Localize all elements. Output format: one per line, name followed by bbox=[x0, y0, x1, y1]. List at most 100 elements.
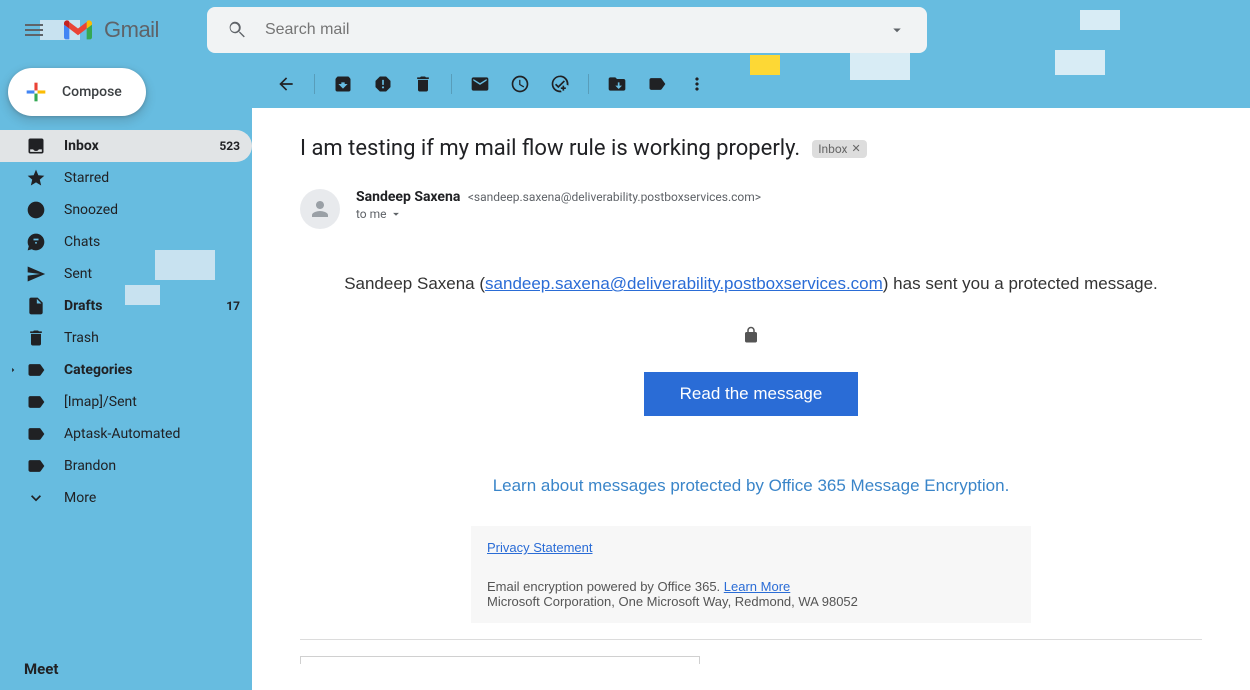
nav-label: Categories bbox=[64, 362, 240, 378]
move-to-button[interactable] bbox=[597, 64, 637, 104]
encryption-powered-text: Email encryption powered by Office 365. bbox=[487, 579, 724, 594]
mark-unread-button[interactable] bbox=[460, 64, 500, 104]
arrow-left-icon bbox=[276, 74, 296, 94]
sender-avatar[interactable] bbox=[300, 189, 340, 229]
add-task-icon bbox=[550, 74, 570, 94]
sidebar: Compose Inbox523 Starred Snoozed Chats Sent D… bbox=[0, 60, 252, 690]
caret-right-icon bbox=[8, 365, 18, 375]
nav-count: 17 bbox=[226, 299, 240, 313]
sender-name: Sandeep Saxena bbox=[356, 189, 460, 205]
nav-label: [Imap]/Sent bbox=[64, 394, 240, 410]
message-footer: Privacy Statement Email encryption power… bbox=[471, 526, 1031, 623]
archive-icon bbox=[333, 74, 353, 94]
recipient-summary[interactable]: to me bbox=[356, 207, 761, 221]
label-icon bbox=[647, 74, 667, 94]
nav-icon bbox=[26, 488, 46, 508]
nav-icon bbox=[26, 200, 46, 220]
caret-down-icon bbox=[888, 21, 906, 39]
recipient-text: to me bbox=[356, 207, 387, 221]
sidebar-item-sent[interactable]: Sent bbox=[0, 258, 252, 290]
sidebar-item-brandon[interactable]: Brandon bbox=[0, 450, 252, 482]
back-button[interactable] bbox=[266, 64, 306, 104]
clock-icon bbox=[510, 74, 530, 94]
lock-icon bbox=[742, 326, 760, 348]
toolbar-separator bbox=[314, 74, 315, 94]
nav-label: Drafts bbox=[64, 298, 226, 314]
main-menu-button[interactable] bbox=[10, 6, 58, 54]
gmail-icon bbox=[62, 14, 94, 46]
learn-about-encryption-link[interactable]: Learn about messages protected by Office… bbox=[300, 476, 1202, 496]
nav-label: More bbox=[64, 490, 240, 506]
move-to-icon bbox=[607, 74, 627, 94]
read-message-button[interactable]: Read the message bbox=[644, 372, 859, 416]
archive-button[interactable] bbox=[323, 64, 363, 104]
compose-plus-icon bbox=[20, 76, 52, 108]
label-chip-remove[interactable]: ✕ bbox=[852, 142, 861, 155]
hamburger-icon bbox=[22, 18, 46, 42]
message-body-text: Sandeep Saxena (sandeep.saxena@deliverab… bbox=[300, 274, 1202, 294]
nav-icon bbox=[26, 392, 46, 412]
reply-area-divider bbox=[300, 639, 1202, 664]
privacy-statement-link[interactable]: Privacy Statement bbox=[487, 540, 593, 555]
message-content: I am testing if my mail flow rule is wor… bbox=[252, 108, 1250, 690]
nav-icon bbox=[26, 168, 46, 188]
message-toolbar bbox=[252, 60, 1250, 108]
nav-icon bbox=[26, 136, 46, 156]
meet-section-label[interactable]: Meet bbox=[24, 660, 58, 678]
labels-button[interactable] bbox=[637, 64, 677, 104]
nav-icon bbox=[26, 296, 46, 316]
sidebar-item-inbox[interactable]: Inbox523 bbox=[0, 130, 252, 162]
search-bar[interactable] bbox=[207, 7, 927, 53]
reply-box[interactable] bbox=[300, 656, 700, 664]
nav-icon bbox=[26, 424, 46, 444]
report-spam-button[interactable] bbox=[363, 64, 403, 104]
nav-icon bbox=[26, 360, 46, 380]
nav-label: Starred bbox=[64, 170, 240, 186]
more-vert-icon bbox=[687, 74, 707, 94]
sidebar-item-aptask-automated[interactable]: Aptask-Automated bbox=[0, 418, 252, 450]
trash-icon bbox=[413, 74, 433, 94]
label-chip-text: Inbox bbox=[818, 142, 847, 156]
search-input[interactable] bbox=[257, 21, 877, 39]
sidebar-item--imap-sent[interactable]: [Imap]/Sent bbox=[0, 386, 252, 418]
sidebar-item-categories[interactable]: Categories bbox=[0, 354, 252, 386]
search-options-button[interactable] bbox=[877, 10, 917, 50]
nav-icon bbox=[26, 328, 46, 348]
compose-button[interactable]: Compose bbox=[8, 68, 146, 116]
sidebar-item-snoozed[interactable]: Snoozed bbox=[0, 194, 252, 226]
nav-icon bbox=[26, 232, 46, 252]
sidebar-item-more[interactable]: More bbox=[0, 482, 252, 514]
delete-button[interactable] bbox=[403, 64, 443, 104]
label-chip-inbox[interactable]: Inbox ✕ bbox=[812, 140, 867, 158]
toolbar-separator bbox=[451, 74, 452, 94]
add-to-tasks-button[interactable] bbox=[540, 64, 580, 104]
snooze-button[interactable] bbox=[500, 64, 540, 104]
sender-email: <sandeep.saxena@deliverability.postboxse… bbox=[468, 190, 761, 204]
mail-unread-icon bbox=[470, 74, 490, 94]
nav-label: Trash bbox=[64, 330, 240, 346]
message-subject: I am testing if my mail flow rule is wor… bbox=[300, 136, 800, 161]
nav-label: Aptask-Automated bbox=[64, 426, 240, 442]
search-icon bbox=[226, 19, 248, 41]
nav-label: Snoozed bbox=[64, 202, 240, 218]
report-spam-icon bbox=[373, 74, 393, 94]
sidebar-item-starred[interactable]: Starred bbox=[0, 162, 252, 194]
sidebar-item-trash[interactable]: Trash bbox=[0, 322, 252, 354]
nav-label: Sent bbox=[64, 266, 240, 282]
nav-count: 523 bbox=[219, 139, 240, 153]
sidebar-item-chats[interactable]: Chats bbox=[0, 226, 252, 258]
learn-more-link[interactable]: Learn More bbox=[724, 579, 790, 594]
sender-email-link[interactable]: sandeep.saxena@deliverability.postboxser… bbox=[485, 274, 883, 293]
search-button[interactable] bbox=[217, 10, 257, 50]
sidebar-item-drafts[interactable]: Drafts17 bbox=[0, 290, 252, 322]
app-name: Gmail bbox=[104, 17, 159, 43]
gmail-logo[interactable]: Gmail bbox=[62, 14, 159, 46]
nav-label: Inbox bbox=[64, 138, 219, 154]
person-icon bbox=[308, 197, 332, 221]
more-actions-button[interactable] bbox=[677, 64, 717, 104]
nav-label: Chats bbox=[64, 234, 240, 250]
caret-down-icon bbox=[389, 207, 403, 221]
nav-label: Brandon bbox=[64, 458, 240, 474]
compose-label: Compose bbox=[62, 84, 122, 100]
body-prefix: Sandeep Saxena ( bbox=[344, 274, 485, 293]
